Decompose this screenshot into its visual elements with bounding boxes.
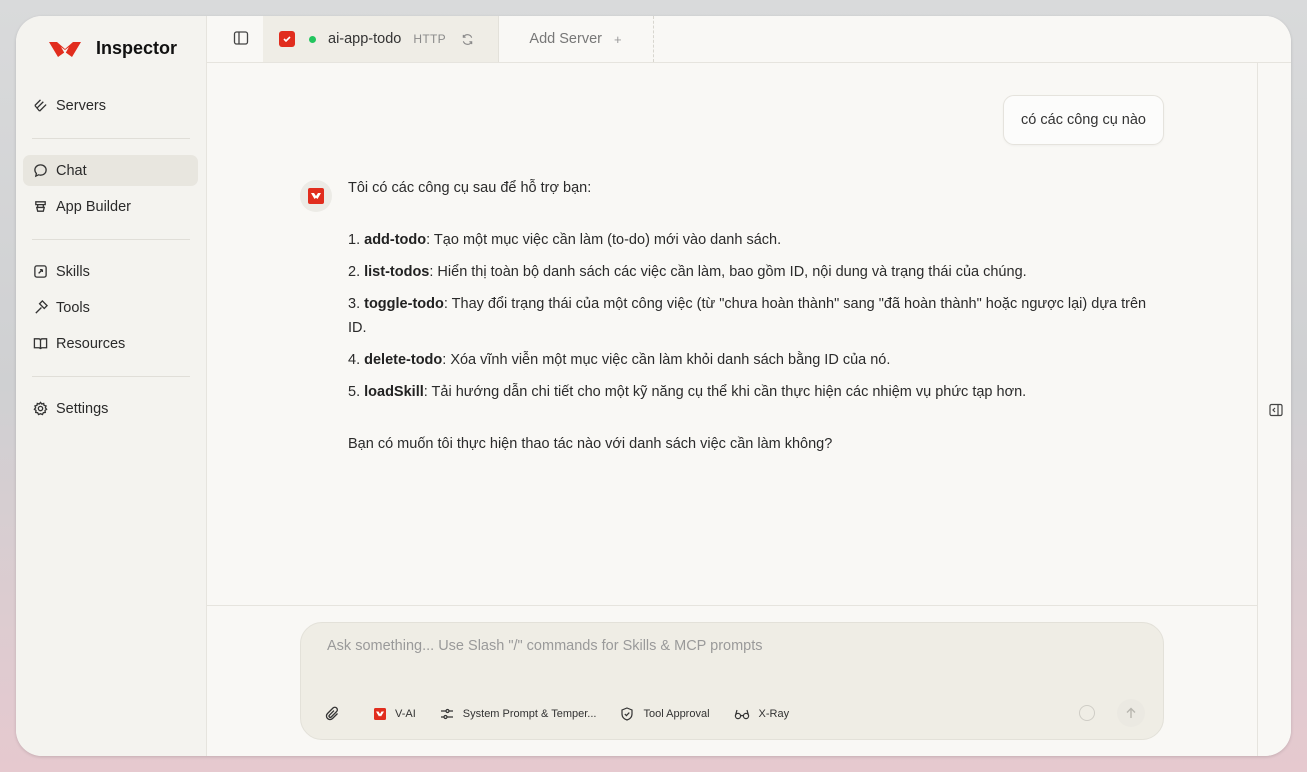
item-number: 4. <box>348 352 361 368</box>
xray-label: X-Ray <box>758 708 790 720</box>
paperclip-icon <box>325 706 341 722</box>
sidebar-item-label: Resources <box>56 335 126 352</box>
app-builder-icon <box>32 199 48 215</box>
item-number: 1. <box>348 232 361 248</box>
logo-icon <box>49 41 81 57</box>
sidebar-item-settings[interactable]: Settings <box>23 393 198 424</box>
glasses-icon <box>734 707 750 721</box>
composer-area: V-AI System Prompt & Temper... Tool Appr… <box>207 605 1257 756</box>
status-dot-icon <box>309 35 316 43</box>
list-item: 2. list-todos: Hiển thị toàn bộ danh sác… <box>348 260 1158 284</box>
user-message: có các công cụ nào <box>1003 95 1164 145</box>
sidebar-divider <box>32 138 190 139</box>
skills-icon <box>32 264 48 280</box>
plus-icon: + <box>613 31 622 47</box>
tools-list: 1. add-todo: Tạo một mục việc cần làm (t… <box>348 228 1158 404</box>
sidebar-item-label: Settings <box>56 400 109 417</box>
refresh-icon[interactable] <box>461 33 474 46</box>
tool-description: : Thay đổi trạng thái của một công việc … <box>348 296 1147 336</box>
sidebar-divider <box>32 239 190 240</box>
sidebar-item-resources[interactable]: Resources <box>23 328 198 359</box>
tool-name: list-todos <box>364 264 430 280</box>
app-window: Inspector Servers Chat App Builder Skill… <box>16 16 1291 756</box>
assistant-intro: Tôi có các công cụ sau để hỗ trợ bạn: <box>348 180 592 196</box>
chat-bubble-icon <box>32 163 48 179</box>
tool-name: loadSkill <box>364 384 424 400</box>
add-server-button[interactable]: Add Server + <box>498 16 654 62</box>
sidebar-item-app-builder[interactable]: App Builder <box>23 191 198 222</box>
sidebar-item-label: Skills <box>56 263 90 280</box>
xray-button[interactable]: X-Ray <box>734 707 790 721</box>
chat-thread: có các công cụ nào Tôi có các công cụ sa… <box>207 63 1257 605</box>
right-panel-rail <box>1257 63 1291 756</box>
assistant-avatar <box>300 180 332 212</box>
add-server-label: Add Server <box>529 31 602 47</box>
composer-toolbar: V-AI System Prompt & Temper... Tool Appr… <box>325 703 813 725</box>
assistant-message: Tôi có các công cụ sau để hỗ trợ bạn: 1.… <box>348 176 1158 456</box>
tool-description: : Tải hướng dẫn chi tiết cho một kỹ năng… <box>423 384 1027 400</box>
top-bar: ai-app-todo HTTP Add Server + <box>207 16 1291 63</box>
sidebar-divider <box>32 376 190 377</box>
sidebar-toggle-icon[interactable] <box>233 30 249 46</box>
list-item: 3. toggle-todo: Thay đổi trạng thái của … <box>348 292 1158 340</box>
attach-button[interactable] <box>325 706 350 722</box>
assistant-logo-icon <box>308 188 324 204</box>
sliders-icon <box>440 707 454 721</box>
tool-description: : Xóa vĩnh viễn một mục việc cần làm khỏ… <box>442 352 891 368</box>
gear-icon <box>32 401 48 417</box>
sidebar-item-label: App Builder <box>56 198 131 215</box>
sidebar-item-servers[interactable]: Servers <box>23 90 198 121</box>
server-checkbox-icon <box>279 31 295 47</box>
tab-server[interactable]: ai-app-todo HTTP <box>263 16 499 62</box>
system-prompt-button[interactable]: System Prompt & Temper... <box>440 707 597 721</box>
brand[interactable]: Inspector <box>48 38 177 59</box>
send-button[interactable] <box>1117 699 1145 727</box>
tool-description: : Hiển thị toàn bộ danh sách các việc cầ… <box>429 264 1027 280</box>
sidebar-item-tools[interactable]: Tools <box>23 292 198 323</box>
sidebar-item-label: Tools <box>56 299 90 316</box>
item-number: 5. <box>348 384 361 400</box>
item-number: 2. <box>348 264 361 280</box>
chat-input[interactable] <box>325 637 1129 655</box>
item-number: 3. <box>348 296 361 312</box>
sidebar-item-skills[interactable]: Skills <box>23 256 198 287</box>
tool-name: delete-todo <box>364 352 443 368</box>
v-ai-logo-icon <box>374 708 386 720</box>
context-usage-indicator <box>1079 705 1095 721</box>
list-item: 1. add-todo: Tạo một mục việc cần làm (t… <box>348 228 1158 252</box>
list-item: 5. loadSkill: Tải hướng dẫn chi tiết cho… <box>348 380 1158 404</box>
assistant-outro: Bạn có muốn tôi thực hiện thao tác nào v… <box>348 436 833 452</box>
sidebar-item-chat[interactable]: Chat <box>23 155 198 186</box>
arrow-up-icon <box>1126 707 1136 718</box>
shield-check-icon <box>620 707 634 721</box>
brand-name: Inspector <box>96 38 178 58</box>
model-selector[interactable]: V-AI <box>374 708 416 720</box>
system-prompt-label: System Prompt & Temper... <box>462 708 597 720</box>
servers-icon <box>32 98 48 114</box>
tool-approval-label: Tool Approval <box>643 708 710 720</box>
list-item: 4. delete-todo: Xóa vĩnh viễn một mục vi… <box>348 348 1158 372</box>
model-label: V-AI <box>395 708 416 720</box>
server-name: ai-app-todo <box>328 31 402 47</box>
composer: V-AI System Prompt & Temper... Tool Appr… <box>300 622 1164 740</box>
tool-name: add-todo <box>364 232 427 248</box>
hammer-icon <box>32 300 48 316</box>
tool-name: toggle-todo <box>364 296 444 312</box>
book-icon <box>32 336 48 352</box>
server-protocol: HTTP <box>413 32 446 46</box>
expand-panel-icon[interactable] <box>1269 403 1283 417</box>
tool-approval-button[interactable]: Tool Approval <box>620 707 710 721</box>
sidebar-item-label: Chat <box>56 162 87 179</box>
send-area <box>1079 699 1145 727</box>
sidebar-item-label: Servers <box>56 97 106 114</box>
tool-description: : Tạo một mục việc cần làm (to-do) mới v… <box>426 232 782 248</box>
sidebar: Inspector Servers Chat App Builder Skill… <box>16 16 207 756</box>
